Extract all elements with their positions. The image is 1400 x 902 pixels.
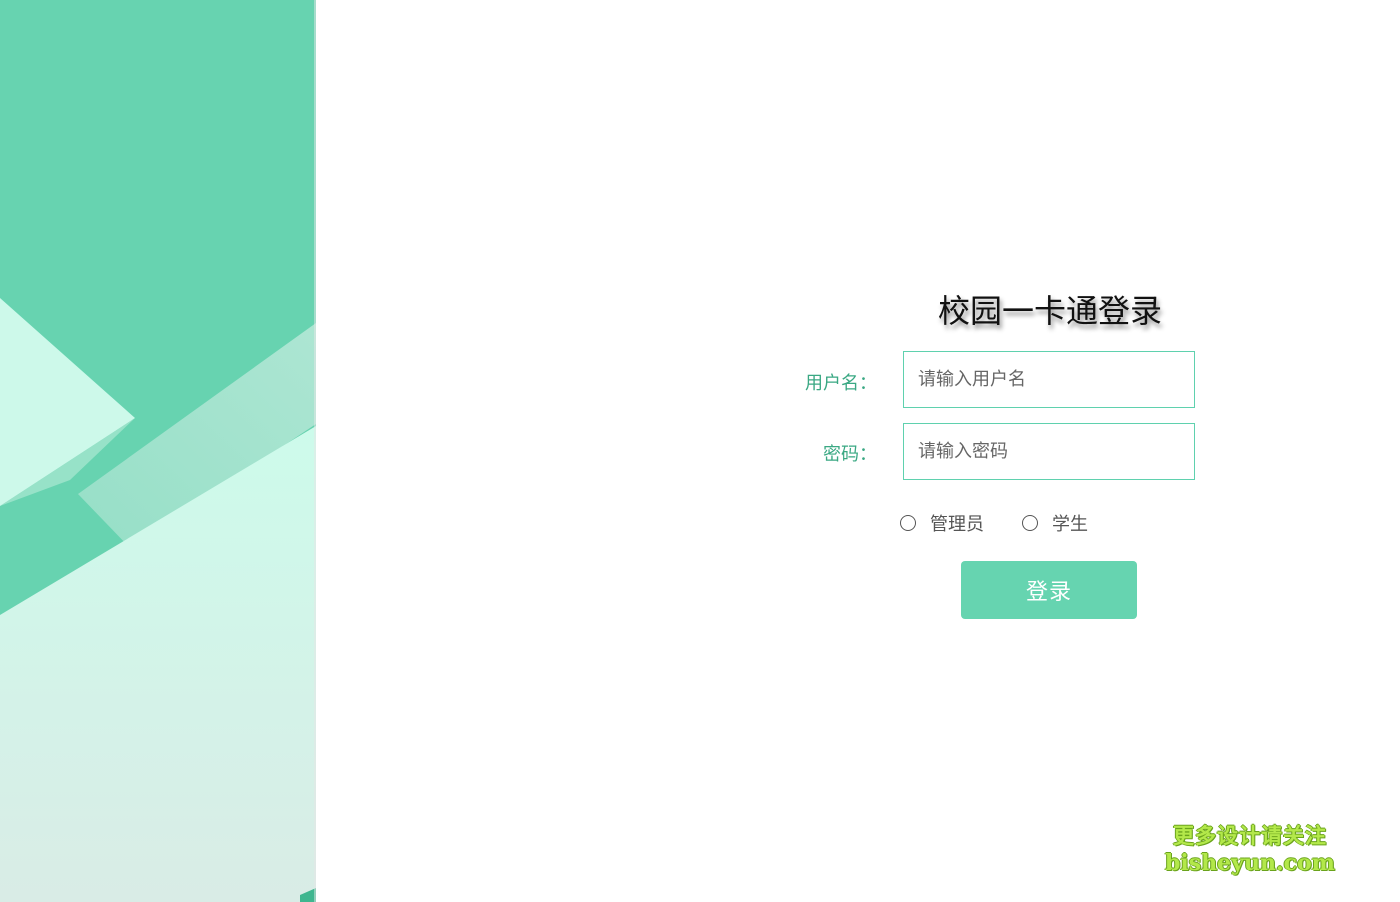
watermark-text: 更多设计请关注 [1173,824,1327,848]
login-form: 校园一卡通登录 用户名： 密码： 管理员 学生 登录 [0,0,1400,902]
login-button[interactable]: 登录 [961,561,1137,619]
login-page: 校园一卡通登录 用户名： 密码： 管理员 学生 登录 更多设计请关注 bishe… [0,0,1400,902]
role-option-student[interactable]: 学生 [1022,510,1088,536]
role-label-admin: 管理员 [930,514,984,535]
page-title: 校园一卡通登录 [937,292,1162,330]
username-label: 用户名： [805,373,877,394]
radio-circle-icon[interactable] [900,515,916,531]
username-input[interactable] [903,351,1195,408]
radio-circle-icon[interactable] [1022,515,1038,531]
role-label-student: 学生 [1052,514,1088,535]
password-label: 密码： [823,444,877,465]
role-radio-group: 管理员 学生 [900,510,1126,536]
password-input[interactable] [903,423,1195,480]
watermark: 更多设计请关注 bisheyun.com [1150,822,1350,876]
watermark-url: bisheyun.com [1165,850,1335,876]
role-option-admin[interactable]: 管理员 [900,510,984,536]
